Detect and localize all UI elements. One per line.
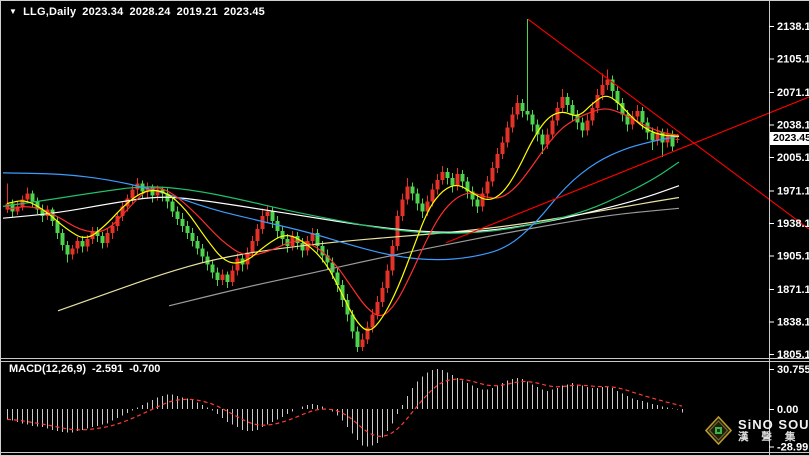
ohlc-open: 2023.34 [82, 6, 124, 18]
macd-signal-value: -0.700 [129, 363, 161, 375]
current-price-tag: 2023.45 [770, 132, 809, 146]
watermark-company: 漢 聲 集 團 [738, 430, 809, 443]
chart-header: ▼ LLG,Daily 2023.34 2028.24 2019.21 2023… [9, 6, 265, 18]
svg-text:1971.10: 1971.10 [777, 185, 810, 197]
svg-text:1938.10: 1938.10 [777, 218, 810, 230]
symbol-dropdown-icon[interactable]: ▼ [9, 7, 17, 16]
macd-main-value: -2.591 [92, 363, 124, 375]
svg-text:0.00: 0.00 [777, 404, 798, 416]
svg-text:1905.10: 1905.10 [777, 251, 810, 263]
svg-text:2138.10: 2138.10 [777, 21, 810, 33]
ohlc-close: 2023.45 [223, 6, 265, 18]
symbol-label: LLG,Daily [23, 6, 77, 18]
chart-canvas[interactable]: 2138.10 2105.10 2071.10 2038.10 2005.10 1971.… [1, 1, 810, 456]
svg-text:2005.10: 2005.10 [777, 152, 810, 164]
svg-text:2071.10: 2071.10 [777, 87, 810, 99]
svg-text:1871.10: 1871.10 [777, 284, 810, 296]
svg-text:1805.10: 1805.10 [777, 349, 810, 361]
svg-text:1838.10: 1838.10 [777, 316, 810, 328]
svg-text:2105.10: 2105.10 [777, 54, 810, 66]
watermark-brand: SiNO SOUND [738, 417, 810, 433]
trading-chart-window: 2138.10 2105.10 2071.10 2038.10 2005.10 1971.… [0, 0, 810, 456]
broker-watermark: SiNO SOUND 漢 聲 集 團 [705, 416, 810, 445]
svg-text:30.755: 30.755 [777, 364, 810, 376]
macd-label: MACD(12,26,9) [9, 363, 87, 375]
ohlc-high: 2028.24 [129, 6, 171, 18]
macd-header: MACD(12,26,9) -2.591 -0.700 [9, 363, 160, 375]
ohlc-low: 2019.21 [176, 6, 218, 18]
svg-text:2038.10: 2038.10 [777, 119, 810, 131]
sino-sound-logo-icon [705, 416, 732, 445]
